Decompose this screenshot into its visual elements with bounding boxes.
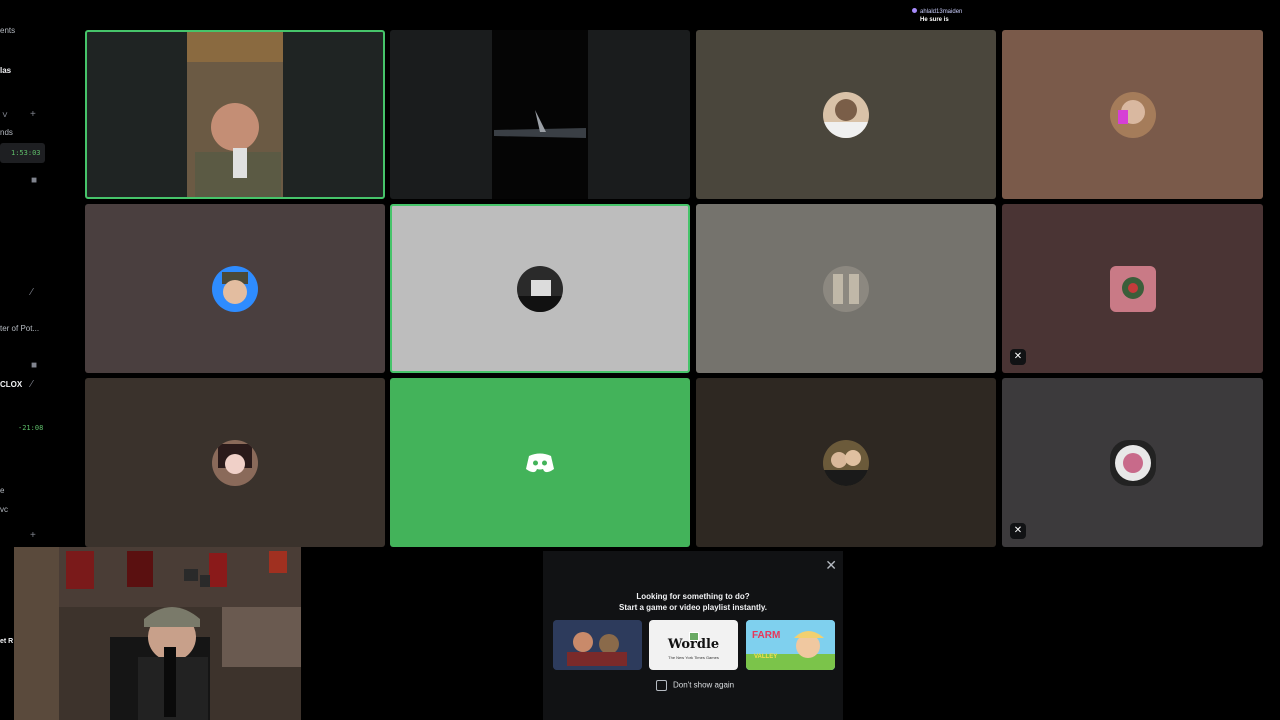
- activity-heading-line-1: Looking for something to do?: [636, 592, 750, 601]
- add-channel-icon[interactable]: +: [30, 530, 36, 541]
- activity-heading: Looking for something to do? Start a gam…: [543, 591, 843, 613]
- video-tile-7[interactable]: [696, 204, 996, 373]
- dont-show-again-checkbox[interactable]: [656, 680, 667, 691]
- sidebar-text-e[interactable]: e: [0, 486, 4, 495]
- chat-overlay: ahlald13maiden He sure is: [912, 8, 962, 23]
- activity-prompt: ✕ Looking for something to do? Start a g…: [543, 551, 843, 720]
- video-tile-2[interactable]: [390, 30, 690, 199]
- activity-heading-line-2: Start a game or video playlist instantly…: [619, 603, 767, 612]
- voice-timer: 1:53:03: [11, 149, 41, 157]
- channel-sidebar: ents las ˅ + nds 1:53:03 ■ ⁄ ter of Pot.…: [0, 0, 50, 545]
- dont-show-again-label: Don't show again: [673, 680, 735, 690]
- camera-icon[interactable]: ■: [31, 360, 37, 371]
- mic-muted-icon: ✕: [1010, 349, 1026, 365]
- game-card-art: [553, 620, 642, 670]
- avatar: [823, 439, 869, 486]
- sidebar-channel-name[interactable]: ter of Pot...: [0, 324, 39, 333]
- video-tile-4[interactable]: [1002, 30, 1263, 199]
- avatar: [1109, 439, 1156, 486]
- webcam-feed: [187, 32, 283, 197]
- sidebar-server-name[interactable]: las: [0, 66, 11, 75]
- close-icon[interactable]: ✕: [825, 557, 837, 574]
- avatar: [517, 265, 563, 312]
- farm-subtitle: VALLEY: [754, 654, 778, 660]
- wordle-subtitle: The New York Times Games: [668, 655, 719, 660]
- chat-message: He sure is: [920, 17, 949, 23]
- game-card-farm[interactable]: FARM VALLEY: [746, 620, 835, 670]
- video-tile-8[interactable]: ✕: [1002, 204, 1263, 373]
- dont-show-again-row[interactable]: Don't show again: [656, 680, 734, 691]
- game-card-wordle[interactable]: Wordle The New York Times Games: [649, 620, 738, 670]
- video-tile-10[interactable]: [390, 378, 690, 547]
- mic-muted-icon[interactable]: ⁄: [31, 379, 33, 390]
- video-tile-6[interactable]: [390, 204, 690, 373]
- avatar: [823, 265, 869, 312]
- avatar: [1109, 265, 1156, 312]
- avatar: [823, 91, 869, 138]
- add-channel-icon[interactable]: +: [30, 109, 36, 120]
- discord-logo-icon: [526, 453, 554, 473]
- chevron-down-icon[interactable]: ˅: [2, 110, 8, 121]
- video-tile-9[interactable]: [85, 378, 385, 547]
- voice-timer-2: -21:08: [18, 424, 44, 432]
- avatar: [1109, 91, 1156, 138]
- video-tile-12[interactable]: ✕: [1002, 378, 1263, 547]
- sidebar-text-events[interactable]: ents: [0, 26, 15, 35]
- camera-icon[interactable]: ■: [31, 175, 37, 186]
- chat-username: ahlald13maiden: [920, 9, 963, 15]
- video-tile-1[interactable]: [85, 30, 385, 199]
- wordle-title: Wordle: [667, 637, 720, 652]
- sidebar-text-vc[interactable]: vc: [0, 505, 8, 514]
- mic-muted-icon: ✕: [1010, 523, 1026, 539]
- game-card-1[interactable]: [553, 620, 642, 670]
- sidebar-user-name[interactable]: CLOX: [0, 380, 22, 389]
- sidebar-text-friends[interactable]: nds: [0, 128, 13, 137]
- video-tile-3[interactable]: [696, 30, 996, 199]
- avatar: [212, 439, 258, 486]
- mic-muted-icon[interactable]: ⁄: [31, 287, 33, 298]
- game-card-art: [746, 620, 835, 670]
- video-tile-11[interactable]: [696, 378, 996, 547]
- streamer-webcam: [14, 547, 301, 720]
- farm-title: FARM: [752, 630, 781, 641]
- video-tile-5[interactable]: [85, 204, 385, 373]
- sidebar-text-cut: et R: [0, 638, 14, 645]
- avatar: [212, 265, 258, 312]
- user-avatar-icon: [912, 8, 917, 13]
- webcam-feed: [492, 30, 588, 199]
